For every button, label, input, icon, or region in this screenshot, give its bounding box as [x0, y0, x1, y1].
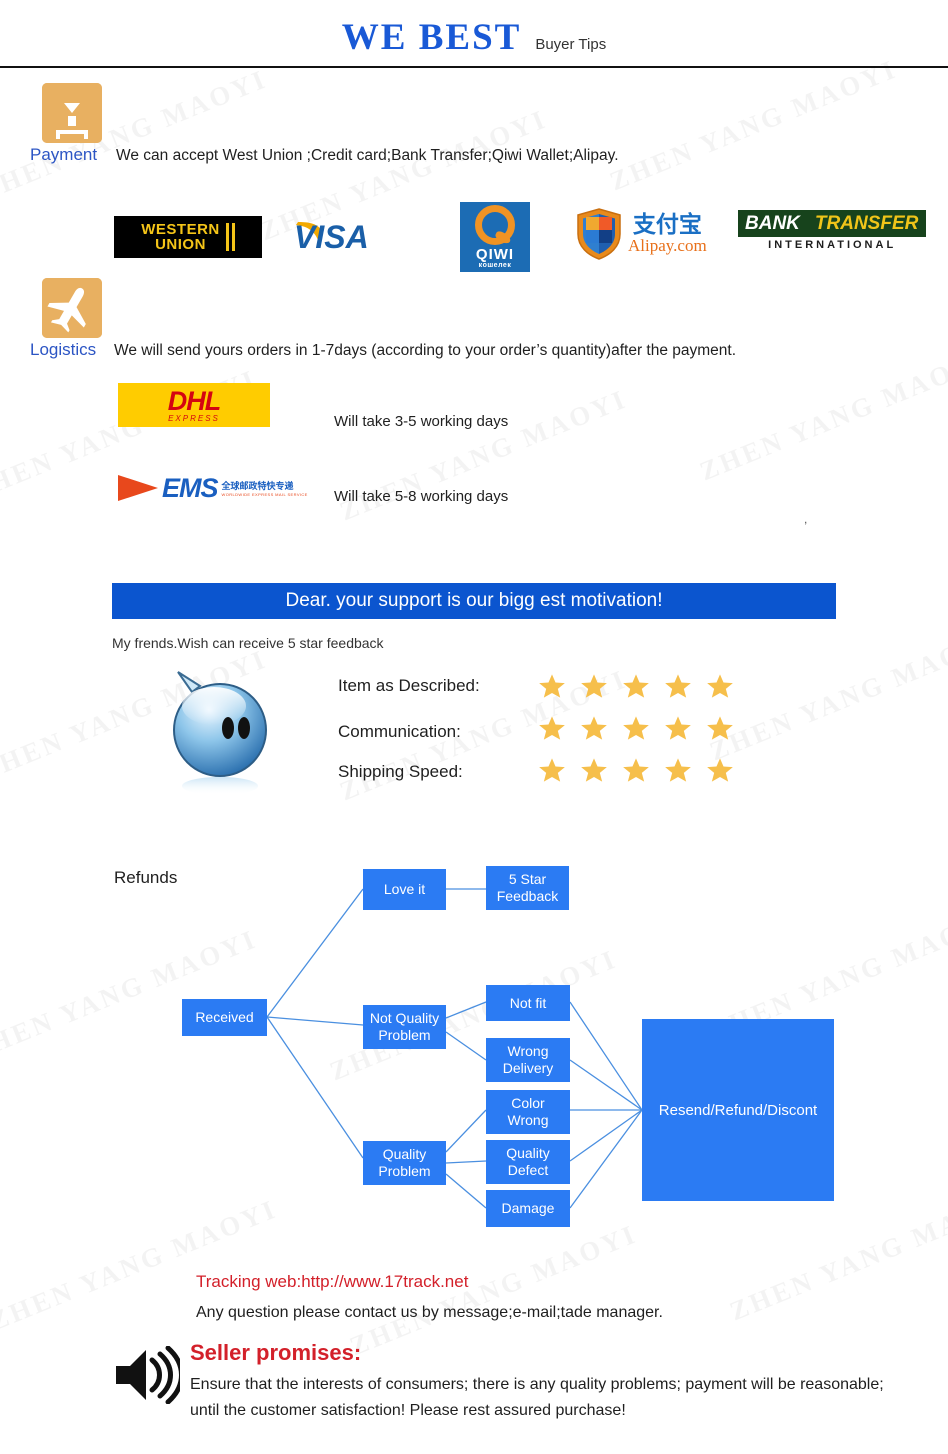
- star-icon: [623, 674, 649, 698]
- rating-label-item-as-described: Item as Described:: [338, 676, 480, 695]
- ems-logo: EMS 全球邮政特快专递 WORLDWIDE EXPRESS MAIL SERV…: [118, 473, 308, 503]
- ems-cn-label: 全球邮政特快专递: [221, 482, 294, 492]
- star-icon: [665, 758, 691, 782]
- dhl-wordmark: DHL: [167, 385, 221, 416]
- qiwi-label: QIWI: [475, 246, 515, 263]
- qiwi-q-icon: [475, 205, 515, 245]
- star-icon: [665, 716, 691, 740]
- payment-label: Payment: [30, 145, 98, 164]
- flow-node-line2: Feedback: [496, 888, 559, 904]
- dhl-delivery-note: Will take 3-5 working days: [334, 413, 509, 430]
- visa-logo: VISA: [288, 210, 420, 258]
- flow-node-love-it[interactable]: Love it: [363, 869, 446, 910]
- flow-node-line1: 5 Star: [508, 871, 547, 887]
- dhl-express-label: EXPRESS: [168, 413, 220, 423]
- seller-promises-body: Ensure that the interests of consumers; …: [190, 1376, 884, 1419]
- ems-arrow-icon: [118, 475, 158, 501]
- alipay-com-label: Alipay.com: [628, 236, 707, 255]
- qiwi-sublabel: кошелек: [478, 262, 512, 269]
- bank-transfer-logo: BANK TRANSFER INTERNATIONAL: [738, 210, 927, 251]
- star-icon: [665, 674, 691, 698]
- support-banner: Dear. your support is our bigg est motiv…: [112, 583, 836, 619]
- star-icon: [539, 758, 565, 782]
- page-subtitle: Buyer Tips: [535, 36, 607, 53]
- buyer-tips-page: ZHEN YANG MAOYI ZHEN YANG MAOYI ZHEN YAN…: [0, 0, 948, 1454]
- rating-label-shipping-speed: Shipping Speed:: [338, 762, 463, 781]
- rating-stars-item-as-described: [538, 672, 734, 700]
- flow-node-quality-problem[interactable]: Quality Problem: [363, 1141, 446, 1185]
- flow-node-quality-defect[interactable]: Quality Defect: [486, 1140, 570, 1184]
- brand-title: WE BEST: [341, 17, 522, 58]
- star-icon: [707, 758, 733, 782]
- payment-text: We can accept West Union ;Credit card;Ba…: [116, 147, 619, 164]
- watermark-text: ZHEN YANG MAOYI: [605, 54, 901, 198]
- star-icon: [581, 674, 607, 698]
- flow-node-line2: Problem: [378, 1163, 431, 1179]
- watermark-text: ZHEN YANG MAOYI: [725, 1184, 948, 1328]
- bank-international-label: INTERNATIONAL: [768, 239, 897, 251]
- seller-promises-title: Seller promises:: [190, 1340, 362, 1365]
- star-icon: [539, 674, 565, 698]
- logistics-label: Logistics: [30, 340, 97, 359]
- header-divider: [0, 66, 948, 68]
- rating-label-communication: Communication:: [338, 722, 461, 741]
- flow-node-line1: Wrong: [507, 1043, 549, 1059]
- ems-delivery-note: Will take 5-8 working days: [334, 488, 509, 505]
- refunds-title: Refunds: [114, 868, 178, 887]
- package-box-icon: [42, 83, 102, 143]
- flow-node-not-fit[interactable]: Not fit: [486, 985, 570, 1021]
- flow-node-line2: Defect: [507, 1162, 549, 1178]
- flow-node-not-quality-problem[interactable]: Not Quality Problem: [363, 1005, 446, 1049]
- flow-node-line2: Delivery: [502, 1060, 554, 1076]
- watermark-text: ZHEN YANG MAOYI: [335, 384, 631, 528]
- watermark-text: ZHEN YANG MAOYI: [705, 624, 948, 768]
- flow-node-resend-refund-discount[interactable]: Resend/Refund/Discont: [642, 1019, 834, 1201]
- logistics-text: We will send yours orders in 1-7days (ac…: [114, 342, 737, 359]
- flow-node-line2: Problem: [378, 1027, 431, 1043]
- ems-wordmark: EMS: [162, 473, 219, 503]
- western-union-line1: WESTERN: [141, 221, 220, 238]
- alipay-logo: 支付宝 Alipay.com: [576, 208, 707, 260]
- flow-node-damage[interactable]: Damage: [486, 1190, 570, 1227]
- star-icon: [623, 758, 649, 782]
- airplane-icon: [42, 278, 102, 338]
- flow-node-line1: Color: [511, 1095, 545, 1111]
- feedback-subnote: My frends.Wish can receive 5 star feedba…: [112, 635, 384, 651]
- star-icon: [707, 674, 733, 698]
- ems-en-label: WORLDWIDE EXPRESS MAIL SERVICE: [221, 492, 308, 497]
- bank-word: BANK: [738, 210, 807, 237]
- contact-note: Any question please contact us by messag…: [196, 1304, 663, 1321]
- flow-node-line1: Quality: [506, 1145, 550, 1161]
- flow-node-5-star-feedback[interactable]: 5 Star Feedback: [486, 866, 569, 910]
- transfer-word: TRANSFER: [806, 210, 927, 237]
- star-icon: [539, 716, 565, 740]
- flow-node-line2: Wrong: [507, 1112, 549, 1128]
- page-header: WE BEST Buyer Tips: [0, 0, 948, 67]
- rating-stars-communication: [538, 714, 734, 742]
- western-union-logo: WESTERN UNION: [114, 216, 262, 258]
- flow-node-line1: Quality: [382, 1146, 427, 1162]
- star-icon: [707, 716, 733, 740]
- svg-text:VISA: VISA: [294, 219, 369, 255]
- tracking-link[interactable]: Tracking web:http://www.17track.net: [196, 1272, 468, 1292]
- flow-node-color-wrong[interactable]: Color Wrong: [486, 1090, 570, 1134]
- flow-node-wrong-delivery[interactable]: Wrong Delivery: [486, 1038, 570, 1082]
- star-icon: [581, 758, 607, 782]
- dhl-logo: DHL EXPRESS: [118, 383, 270, 427]
- watermark-text: ZHEN YANG MAOYI: [0, 64, 272, 208]
- flow-node-line1: Not Quality: [369, 1010, 440, 1026]
- star-icon: [623, 716, 649, 740]
- western-union-line2: UNION: [155, 236, 206, 253]
- blue-smiley-avatar: [160, 668, 286, 803]
- shield-icon: [577, 208, 621, 260]
- alipay-cn-label: 支付宝: [632, 212, 702, 238]
- rating-stars-shipping-speed: [538, 756, 734, 784]
- star-icon: [581, 716, 607, 740]
- watermark-text: ZHEN YANG MAOYI: [695, 344, 948, 488]
- watermark-text: ZHEN YANG MAOYI: [0, 924, 262, 1068]
- stray-comma-artifact: ,: [804, 512, 808, 526]
- speaker-icon: [112, 1345, 184, 1409]
- qiwi-logo: QIWI кошелек: [460, 202, 530, 272]
- flow-node-received[interactable]: Received: [182, 999, 267, 1036]
